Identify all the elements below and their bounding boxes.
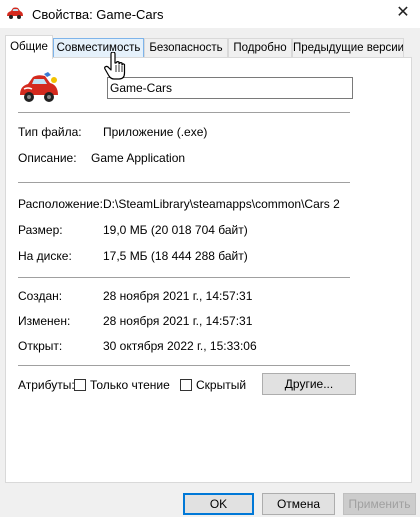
- modified-value: 28 ноября 2021 г., 14:57:31: [103, 314, 253, 328]
- tab-details[interactable]: Подробно: [228, 38, 292, 57]
- separator: [18, 365, 350, 366]
- file-type-value: Приложение (.exe): [103, 125, 208, 139]
- red-car-icon: [7, 7, 23, 19]
- red-car-icon: [20, 72, 58, 102]
- accessed-label: Открыт:: [18, 339, 63, 353]
- tab-label: Предыдущие версии: [293, 42, 404, 54]
- cancel-button[interactable]: Отмена: [262, 493, 335, 515]
- window-title: Свойства: Game-Cars: [32, 7, 164, 22]
- attributes-label: Атрибуты:: [18, 378, 75, 392]
- tab-label: Совместимость: [56, 42, 141, 54]
- close-button[interactable]: ✕: [390, 2, 416, 24]
- description-value: Game Application: [91, 151, 186, 165]
- apply-button: Применить: [343, 493, 416, 515]
- location-value: D:\SteamLibrary\steamapps\common\Cars 2: [103, 197, 340, 211]
- close-icon: ✕: [396, 4, 410, 21]
- tab-label: Безопасность: [149, 42, 223, 54]
- size-on-disk-value: 17,5 МБ (18 444 288 байт): [103, 249, 248, 263]
- tab-label: Подробно: [233, 42, 287, 54]
- title-bar: Свойства: Game-Cars ✕: [0, 0, 420, 28]
- tab-compatibility[interactable]: Совместимость: [53, 38, 144, 57]
- tab-label: Общие: [10, 41, 48, 53]
- file-type-label: Тип файла:: [18, 125, 82, 139]
- description-label: Описание:: [18, 151, 77, 165]
- separator: [18, 112, 350, 113]
- readonly-label: Только чтение: [90, 378, 170, 392]
- separator: [18, 182, 350, 183]
- hidden-checkbox[interactable]: [180, 379, 192, 391]
- size-on-disk-label: На диске:: [18, 249, 72, 263]
- readonly-checkbox[interactable]: [74, 379, 86, 391]
- created-value: 28 ноября 2021 г., 14:57:31: [103, 289, 253, 303]
- other-attributes-button[interactable]: Другие...: [262, 373, 356, 395]
- created-label: Создан:: [18, 289, 63, 303]
- tab-security[interactable]: Безопасность: [144, 38, 228, 57]
- tab-previous-versions[interactable]: Предыдущие версии: [292, 38, 404, 57]
- ok-button[interactable]: OK: [183, 493, 254, 515]
- modified-label: Изменен:: [18, 314, 71, 328]
- accessed-value: 30 октября 2022 г., 15:33:06: [103, 339, 257, 353]
- hand-pointer-cursor-icon: [104, 52, 126, 80]
- tab-general[interactable]: Общие: [5, 35, 53, 59]
- general-tab-panel: Тип файла: Приложение (.exe) Описание: G…: [5, 57, 412, 483]
- hidden-label: Скрытый: [196, 378, 247, 392]
- file-name-input[interactable]: [107, 77, 353, 99]
- separator: [18, 277, 350, 278]
- size-label: Размер:: [18, 223, 63, 237]
- size-value: 19,0 МБ (20 018 704 байт): [103, 223, 248, 237]
- location-label: Расположение:: [18, 197, 103, 211]
